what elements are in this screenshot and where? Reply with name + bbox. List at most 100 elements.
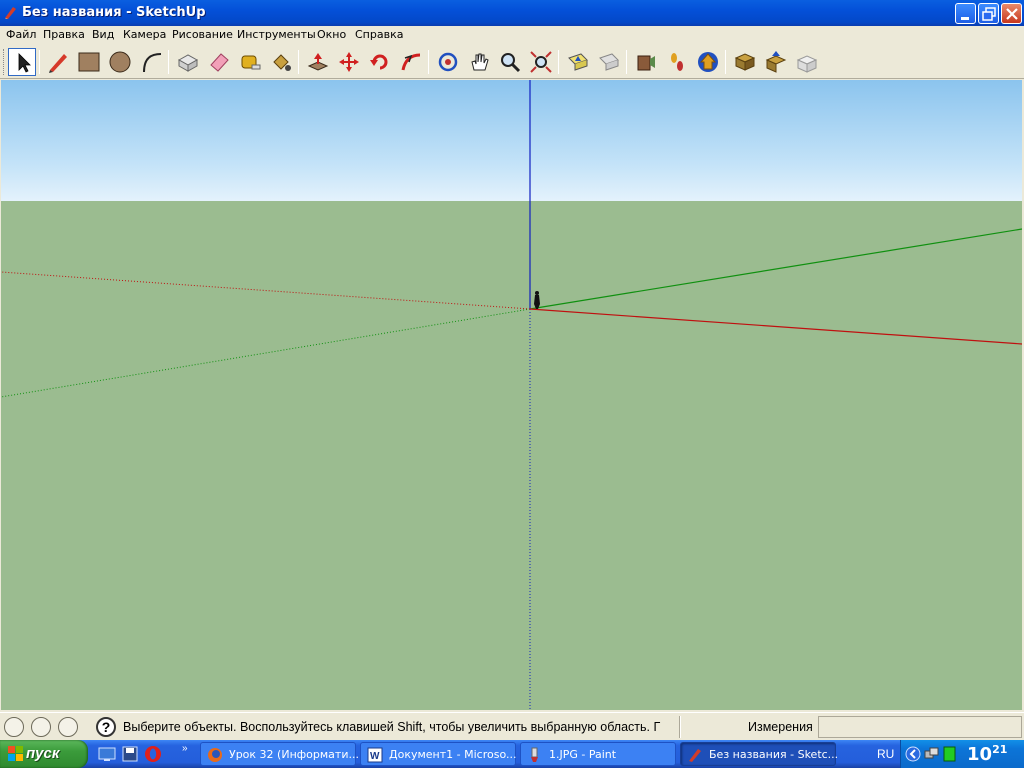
pencil-tool-button[interactable] bbox=[44, 48, 72, 76]
restore-button[interactable] bbox=[978, 3, 999, 24]
select-arrow-icon bbox=[18, 53, 31, 73]
quick-launch-more-icon[interactable]: » bbox=[182, 743, 188, 754]
status-divider bbox=[679, 716, 681, 738]
previous-view-tool-button[interactable] bbox=[564, 48, 592, 76]
toolbar-separator bbox=[626, 50, 627, 74]
next-view-icon bbox=[599, 53, 619, 71]
firefox-icon bbox=[208, 748, 222, 762]
menu-window[interactable]: Окно bbox=[317, 28, 346, 41]
task-label: Урок 32 (Информати... bbox=[229, 748, 359, 761]
task-word[interactable]: W Документ1 - Microso... bbox=[360, 742, 516, 766]
circle-tool-button[interactable] bbox=[106, 48, 134, 76]
follow-me-icon bbox=[401, 53, 421, 71]
menu-draw[interactable]: Рисование bbox=[172, 28, 233, 41]
axes-canvas bbox=[1, 80, 1022, 710]
drawing-viewport[interactable] bbox=[1, 80, 1022, 710]
red-axis-positive bbox=[529, 308, 1022, 345]
title-bar: Без названия - SketchUp bbox=[0, 0, 1024, 26]
paint-icon bbox=[531, 747, 538, 762]
green-axis-negative bbox=[1, 308, 531, 398]
previous-view-icon bbox=[568, 53, 588, 71]
restore-icon bbox=[982, 7, 996, 21]
minimize-icon bbox=[961, 17, 969, 20]
make-component-tool-button[interactable] bbox=[174, 48, 202, 76]
get-models-tool-button[interactable] bbox=[731, 48, 759, 76]
clock[interactable]: 1021 bbox=[967, 743, 1007, 765]
start-button[interactable]: пуск bbox=[0, 740, 88, 768]
geo-location-icon[interactable] bbox=[4, 717, 24, 737]
toolbar-grip[interactable] bbox=[3, 49, 6, 75]
task-sketchup[interactable]: Без названия - Sketc... bbox=[680, 742, 839, 766]
share-model-tool-button[interactable] bbox=[762, 48, 790, 76]
paint-bucket-tool-button[interactable] bbox=[267, 48, 295, 76]
push-pull-tool-button[interactable] bbox=[304, 48, 332, 76]
move-tool-button[interactable] bbox=[335, 48, 363, 76]
start-label: пуск bbox=[26, 745, 60, 762]
opera-icon[interactable] bbox=[144, 745, 162, 763]
eraser-tool-button[interactable] bbox=[205, 48, 233, 76]
status-green-icon[interactable] bbox=[942, 746, 958, 762]
toolbar-separator bbox=[39, 50, 40, 74]
walk-tool-button[interactable] bbox=[663, 48, 691, 76]
rotate-icon bbox=[370, 54, 388, 70]
measurements-input[interactable] bbox=[818, 716, 1022, 738]
arc-icon bbox=[143, 53, 162, 73]
zoom-extents-tool-button[interactable] bbox=[527, 48, 555, 76]
select-tool-button[interactable] bbox=[8, 48, 36, 76]
orbit-icon bbox=[438, 52, 458, 72]
toolbar bbox=[0, 45, 1024, 79]
paint-bucket-icon bbox=[273, 54, 291, 71]
menu-file[interactable]: Файл bbox=[6, 28, 36, 41]
rectangle-tool-button[interactable] bbox=[75, 48, 103, 76]
floppy-disk-icon[interactable] bbox=[121, 745, 139, 763]
position-camera-tool-button[interactable] bbox=[632, 48, 660, 76]
credits-icon[interactable] bbox=[31, 717, 51, 737]
language-indicator[interactable]: RU bbox=[877, 747, 894, 761]
zoom-tool-button[interactable] bbox=[496, 48, 524, 76]
toolbar-separator bbox=[725, 50, 726, 74]
windows-flag-icon bbox=[8, 746, 23, 761]
menu-view[interactable]: Вид bbox=[92, 28, 114, 41]
arc-tool-button[interactable] bbox=[137, 48, 165, 76]
share-component-tool-button[interactable] bbox=[793, 48, 821, 76]
person-figure-icon bbox=[534, 291, 540, 309]
walk-footprints-icon bbox=[671, 53, 683, 71]
help-question-icon[interactable]: ? bbox=[96, 717, 116, 737]
push-pull-icon bbox=[307, 53, 329, 71]
circle-icon bbox=[109, 51, 131, 73]
close-button[interactable] bbox=[1001, 3, 1022, 24]
task-paint[interactable]: 1.JPG - Paint bbox=[520, 742, 676, 766]
position-camera-icon bbox=[637, 55, 655, 71]
task-label: Без названия - Sketc... bbox=[709, 748, 839, 761]
look-around-icon bbox=[698, 52, 718, 72]
menu-camera[interactable]: Камера bbox=[123, 28, 166, 41]
close-icon bbox=[1006, 8, 1018, 20]
sketchup-icon bbox=[689, 749, 701, 762]
component-icon bbox=[177, 54, 199, 72]
orbit-tool-button[interactable] bbox=[434, 48, 462, 76]
menu-tools[interactable]: Инструменты bbox=[237, 28, 316, 41]
look-around-tool-button[interactable] bbox=[694, 48, 722, 76]
toolbar-separator bbox=[168, 50, 169, 74]
network-icon[interactable] bbox=[923, 746, 939, 762]
zoom-extents-icon bbox=[530, 51, 552, 73]
move-icon bbox=[339, 52, 359, 72]
tape-measure-tool-button[interactable] bbox=[236, 48, 264, 76]
windows-taskbar: пуск » Урок 32 (Информати... W Документ1… bbox=[0, 740, 1024, 768]
tray-expand-icon[interactable] bbox=[905, 746, 921, 762]
menu-edit[interactable]: Правка bbox=[43, 28, 85, 41]
menu-help[interactable]: Справка bbox=[355, 28, 403, 41]
share-component-icon bbox=[796, 55, 818, 73]
task-firefox[interactable]: Урок 32 (Информати... bbox=[200, 742, 359, 766]
next-view-tool-button[interactable] bbox=[595, 48, 623, 76]
follow-me-tool-button[interactable] bbox=[397, 48, 425, 76]
pencil-icon bbox=[49, 54, 67, 73]
task-label: 1.JPG - Paint bbox=[549, 748, 617, 761]
show-desktop-icon[interactable] bbox=[98, 745, 116, 763]
copyright-icon[interactable] bbox=[58, 717, 78, 737]
toolbar-separator bbox=[428, 50, 429, 74]
pan-tool-button[interactable] bbox=[465, 48, 493, 76]
get-models-icon bbox=[734, 53, 756, 71]
rotate-tool-button[interactable] bbox=[366, 48, 394, 76]
minimize-button[interactable] bbox=[955, 3, 976, 24]
